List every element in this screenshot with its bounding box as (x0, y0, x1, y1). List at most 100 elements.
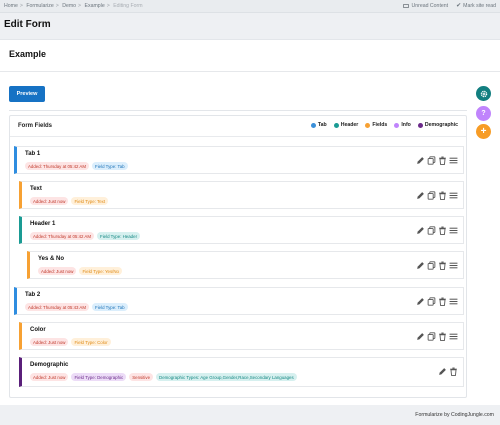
copy-icon (427, 191, 436, 200)
drag-handle[interactable] (449, 191, 458, 200)
added-badge: Added: Just now (30, 197, 69, 205)
field-title: Yes & No (38, 256, 65, 262)
page-title: Edit Form (4, 19, 51, 30)
tab-icon (310, 122, 316, 128)
copy-button[interactable] (427, 191, 436, 200)
added-badge: Added: Thursday at 05:43 AM (25, 303, 90, 311)
trash-icon (439, 261, 446, 270)
panel-title: Form Fields (18, 123, 53, 129)
delete-button[interactable] (438, 226, 447, 235)
added-badge: Added: Just now (30, 338, 69, 346)
divider (9, 110, 467, 111)
copy-button[interactable] (427, 261, 436, 270)
drag-handle-icon (449, 262, 458, 269)
field-type-badge: Field Type: Color (71, 338, 111, 346)
breadcrumb: Home > Formularize > Demo > Example > Editin… (4, 3, 145, 9)
drag-handle[interactable] (449, 332, 458, 341)
field-title: Header 1 (30, 221, 56, 227)
delete-button[interactable] (438, 261, 447, 270)
field-type-badge: Field Type: Yes/No (79, 267, 122, 275)
legend-label: Header (340, 122, 359, 128)
trash-icon (439, 226, 446, 235)
pencil-icon (439, 368, 446, 375)
pencil-icon (417, 333, 424, 340)
edit-button[interactable] (416, 226, 425, 235)
delete-button[interactable] (438, 297, 447, 306)
pencil-icon (417, 298, 424, 305)
trash-icon (439, 191, 446, 200)
mark-site-read-label: Mark site read (463, 3, 496, 9)
copy-button[interactable] (427, 297, 436, 306)
trash-icon (439, 156, 446, 165)
breadcrumb-example[interactable]: Example (85, 3, 105, 9)
legend-label: Fields (372, 122, 388, 128)
settings-fab[interactable] (476, 86, 491, 101)
delete-button[interactable] (438, 191, 447, 200)
field-row-demographic[interactable]: Demographic Added: Just now Field Type: … (19, 357, 464, 387)
legend-label: Info (401, 122, 411, 128)
delete-button[interactable] (438, 332, 447, 341)
footer: Formularize by CodingJungle.com (0, 405, 500, 425)
breadcrumb-separator: > (106, 3, 110, 9)
drag-handle-icon (449, 227, 458, 234)
drag-handle[interactable] (449, 297, 458, 306)
question-icon: ? (481, 110, 486, 117)
demographic-icon (417, 122, 423, 128)
copy-button[interactable] (427, 332, 436, 341)
breadcrumb-demo[interactable]: Demo (62, 3, 76, 9)
legend-fields: Fields (365, 122, 387, 128)
sensitive-badge: Sensitive (129, 373, 154, 381)
edit-button[interactable] (438, 367, 447, 376)
edit-button[interactable] (416, 332, 425, 341)
copy-icon (427, 261, 436, 270)
legend-info: Info (394, 122, 411, 128)
breadcrumb-home[interactable]: Home (4, 3, 18, 9)
pencil-icon (417, 157, 424, 164)
copy-button[interactable] (427, 226, 436, 235)
field-row-tab[interactable]: Tab 2 Added: Thursday at 05:43 AM Field … (14, 287, 464, 315)
drag-handle[interactable] (449, 261, 458, 270)
plus-icon: + (480, 126, 487, 137)
breadcrumb-separator: > (19, 3, 23, 9)
copy-button[interactable] (427, 156, 436, 165)
field-title: Color (30, 327, 46, 333)
trash-icon (450, 367, 457, 376)
breadcrumb-separator: > (55, 3, 59, 9)
divider (10, 136, 466, 137)
field-row-yes-no[interactable]: Yes & No Added: Just now Field Type: Yes… (27, 251, 464, 279)
delete-button[interactable] (449, 367, 458, 376)
field-row-header[interactable]: Header 1 Added: Thursday at 05:42 AM Fie… (19, 216, 464, 244)
field-title: Text (30, 186, 42, 192)
field-title: Tab 1 (25, 151, 41, 157)
copy-icon (427, 226, 436, 235)
added-badge: Added: Thursday at 05:42 AM (25, 162, 90, 170)
drag-handle[interactable] (449, 156, 458, 165)
field-type-badge: Field Type: Demographic (71, 373, 127, 381)
field-row-color[interactable]: Color Added: Just now Field Type: Color (19, 322, 464, 350)
field-row-text[interactable]: Text Added: Just now Field Type: Text (19, 181, 464, 209)
preview-button[interactable]: Preview (9, 86, 45, 102)
edit-button[interactable] (416, 191, 425, 200)
footer-credit[interactable]: Formularize by CodingJungle.com (415, 412, 494, 418)
help-fab[interactable]: ? (476, 106, 491, 121)
delete-button[interactable] (438, 156, 447, 165)
edit-button[interactable] (416, 297, 425, 306)
field-row-tab[interactable]: Tab 1 Added: Thursday at 05:42 AM Field … (14, 146, 464, 174)
fields-icon (365, 122, 371, 128)
gear-icon (480, 90, 487, 97)
add-field-fab[interactable]: + (476, 124, 491, 139)
legend-demographic: Demographic (417, 122, 458, 128)
legend-header: Header (333, 122, 359, 128)
header-icon (333, 122, 339, 128)
copy-icon (427, 297, 436, 306)
breadcrumb-formularize[interactable]: Formularize (26, 3, 53, 9)
check-icon: ✔ (456, 3, 462, 9)
unread-content-link[interactable]: Unread Content (403, 3, 448, 9)
edit-button[interactable] (416, 156, 425, 165)
mark-site-read-link[interactable]: ✔ Mark site read (456, 3, 496, 9)
copy-icon (427, 332, 436, 341)
info-icon (394, 122, 400, 128)
drag-handle[interactable] (449, 226, 458, 235)
edit-button[interactable] (416, 261, 425, 270)
breadcrumb-current: Editing Form (113, 3, 143, 9)
